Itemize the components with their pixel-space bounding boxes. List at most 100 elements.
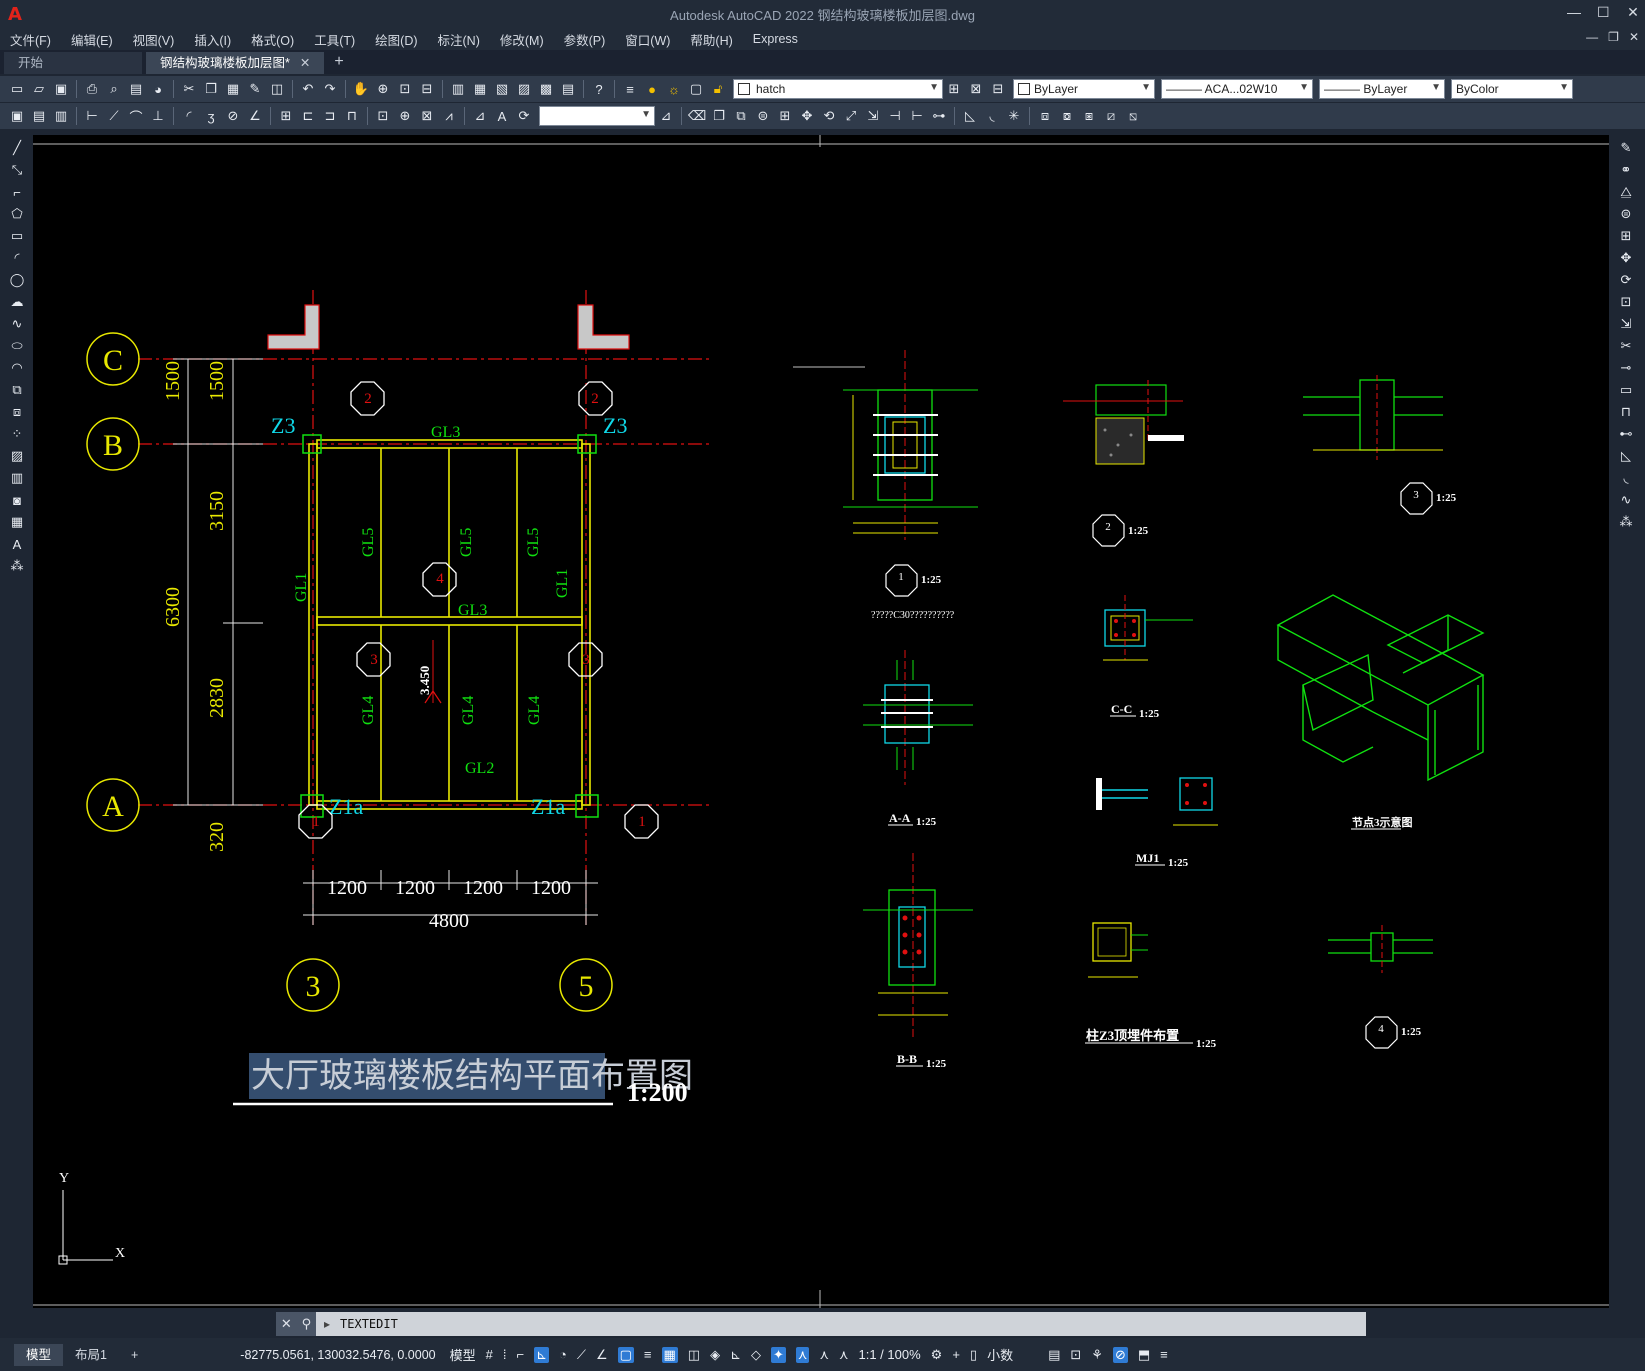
3d-osnap-icon[interactable]: ◈	[710, 1347, 720, 1363]
units-value[interactable]: 小数	[987, 1345, 1013, 1364]
rectangle-icon[interactable]: ▭	[7, 226, 27, 246]
transparency-icon[interactable]: ▦	[661, 1346, 678, 1363]
publish-icon[interactable]: ▤	[127, 80, 145, 98]
layer-previous-icon[interactable]: ⊠	[967, 80, 985, 98]
construction-line-icon[interactable]: ⤡	[7, 160, 27, 180]
units-icon[interactable]: ▯	[970, 1347, 977, 1363]
snap-icon[interactable]: ⁞	[503, 1347, 507, 1362]
region-icon[interactable]: ◙	[7, 490, 27, 510]
dim-space-icon[interactable]: ⊓	[343, 107, 361, 125]
selection-filter-icon[interactable]: ◇	[751, 1347, 761, 1363]
layer-freeze-sun-icon[interactable]: ☼	[665, 80, 683, 98]
copy-side-icon[interactable]: ⚭	[1616, 160, 1636, 180]
layer-lock-icon[interactable]: 🔓︎	[709, 80, 727, 98]
annotation-visibility-icon[interactable]: ⋏	[795, 1346, 810, 1363]
dim-style-manager-icon[interactable]: ⊿	[657, 107, 675, 125]
menu-window[interactable]: 窗口(W)	[615, 30, 680, 49]
dim-ordinate-icon[interactable]: ⊥	[149, 107, 167, 125]
new-tab-button[interactable]: +	[334, 53, 343, 74]
model-space-toggle[interactable]: 模型	[450, 1345, 476, 1364]
blend-icon[interactable]: ∿	[1616, 490, 1636, 510]
chamfer-icon[interactable]: ◺	[961, 107, 979, 125]
menu-format[interactable]: 格式(O)	[241, 30, 304, 49]
break-point-icon[interactable]: ▭	[1616, 380, 1636, 400]
menu-modify[interactable]: 修改(M)	[490, 30, 554, 49]
gradient-icon[interactable]: ▥	[7, 468, 27, 488]
command-customize-icon[interactable]: ⚲	[302, 1316, 312, 1332]
command-line[interactable]: ✕ ⚲ ▸ TEXTEDIT	[276, 1312, 1366, 1336]
save-icon[interactable]: ▣	[52, 80, 70, 98]
dynamic-ucs-icon[interactable]: ⊾	[730, 1347, 741, 1363]
bring-front-icon[interactable]: ⧇	[1058, 107, 1076, 125]
menu-insert[interactable]: 插入(I)	[184, 30, 241, 49]
chamfer-side-icon[interactable]: ◺	[1616, 446, 1636, 466]
spline-icon[interactable]: ∿	[7, 314, 27, 334]
isodraft-icon[interactable]: ⟋	[577, 1347, 586, 1363]
linetype-dropdown[interactable]: ——— ACA...02W10 ▼	[1161, 79, 1313, 99]
explode-side-icon[interactable]: ⁂	[1616, 512, 1636, 532]
circle-icon[interactable]: ◯	[7, 270, 27, 290]
ellipse-icon[interactable]: ⬭	[7, 336, 27, 356]
mirror-side-icon[interactable]: ⧋	[1616, 182, 1636, 202]
center-mark-icon[interactable]: ⊕	[396, 107, 414, 125]
copy-icon[interactable]: ❐	[202, 80, 220, 98]
hatch-back-icon[interactable]: ⧅	[1124, 107, 1142, 125]
polyline-icon[interactable]: ⌐	[7, 182, 27, 202]
menu-help[interactable]: 帮助(H)	[680, 30, 742, 49]
rotate-icon[interactable]: ⟲	[820, 107, 838, 125]
extend-side-icon[interactable]: ⊸	[1616, 358, 1636, 378]
point-icon[interactable]: ⁘	[7, 424, 27, 444]
make-current-layer-icon[interactable]: ⊞	[945, 80, 963, 98]
menu-edit[interactable]: 编辑(E)	[61, 30, 123, 49]
break-side-icon[interactable]: ⊓	[1616, 402, 1636, 422]
dim-style-dropdown[interactable]: ▼	[539, 106, 655, 126]
undo-icon[interactable]: ↶	[299, 80, 317, 98]
table-icon[interactable]: ▦	[7, 512, 27, 532]
sheet-set-icon[interactable]: ▨	[515, 80, 533, 98]
doc-minimize-button[interactable]: —	[1586, 30, 1598, 44]
annotation-scale-icon[interactable]: ⋏	[839, 1347, 849, 1363]
customization-icon[interactable]: ≡	[1160, 1347, 1168, 1362]
pan-icon[interactable]: ✋	[352, 80, 370, 98]
dim-linear-icon[interactable]: ⊢	[83, 107, 101, 125]
doc-close-button[interactable]: ✕	[1629, 30, 1639, 44]
layer-merge-icon[interactable]: ▥	[52, 107, 70, 125]
trim-side-icon[interactable]: ✂	[1616, 336, 1636, 356]
arc-icon[interactable]: ◜	[7, 248, 27, 268]
rotate-side-icon[interactable]: ⟳	[1616, 270, 1636, 290]
erase-side-icon[interactable]: ✎	[1616, 138, 1636, 158]
copy-object-icon[interactable]: ❐	[710, 107, 728, 125]
clean-screen-icon[interactable]: ⬒	[1138, 1347, 1150, 1363]
dim-angular-icon[interactable]: ∠	[246, 107, 264, 125]
add-layout-button[interactable]: +	[119, 1344, 150, 1366]
workspace-icon[interactable]: ▣	[8, 107, 26, 125]
design-center-icon[interactable]: ▦	[471, 80, 489, 98]
add-selected-icon[interactable]: ⁂	[7, 556, 27, 576]
auto-scale-icon[interactable]: ⋏	[819, 1347, 829, 1363]
grid-icon[interactable]: #	[486, 1347, 493, 1362]
help-icon[interactable]: ?	[590, 80, 608, 98]
dim-continue-icon[interactable]: ⊐	[321, 107, 339, 125]
move-icon[interactable]: ✥	[798, 107, 816, 125]
dim-aligned-icon[interactable]: ⟋	[105, 107, 123, 125]
layer-state-icon[interactable]: ⊟	[989, 80, 1007, 98]
explode-icon[interactable]: ✳	[1005, 107, 1023, 125]
annotation-monitor-icon[interactable]: +	[952, 1347, 960, 1362]
ellipse-arc-icon[interactable]: ◠	[7, 358, 27, 378]
print-preview-icon[interactable]: ⌕	[105, 80, 123, 98]
zoom-realtime-icon[interactable]: ⊕	[374, 80, 392, 98]
dim-jogged-icon[interactable]: ʒ	[202, 107, 220, 125]
join-icon[interactable]: ⊷	[1616, 424, 1636, 444]
extend-icon[interactable]: ⊢	[908, 107, 926, 125]
ortho-icon[interactable]: ⊾	[534, 1346, 549, 1363]
annotation-scale-value[interactable]: 1:1 / 100%	[859, 1347, 921, 1362]
lock-ui-icon[interactable]: ⊡	[1070, 1347, 1081, 1363]
infer-constraints-icon[interactable]: ⌐	[516, 1347, 524, 1362]
make-block-icon[interactable]: ⧈	[7, 402, 27, 422]
match-properties-icon[interactable]: ✎	[246, 80, 264, 98]
menu-dimension[interactable]: 标注(N)	[428, 30, 490, 49]
object-track-icon[interactable]: ∠	[596, 1347, 608, 1363]
dim-text-edit-icon[interactable]: A	[493, 107, 511, 125]
quick-properties-icon[interactable]: ▤	[1048, 1347, 1060, 1363]
layer-viewport-icon[interactable]: ▢	[687, 80, 705, 98]
